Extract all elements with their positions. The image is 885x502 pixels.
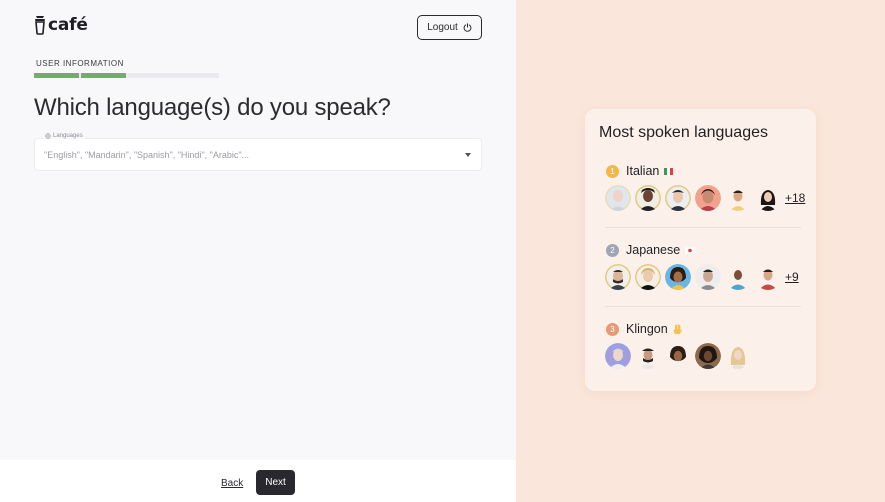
cup-icon bbox=[35, 16, 45, 35]
language-name: Klingon bbox=[626, 322, 668, 336]
language-name: Italian bbox=[626, 164, 660, 178]
divider bbox=[605, 306, 801, 307]
avatar bbox=[725, 264, 751, 290]
avatar-group-italian: +18 bbox=[605, 185, 805, 211]
avatar bbox=[605, 264, 631, 290]
progress-segment bbox=[34, 73, 79, 78]
cafe-logo[interactable]: café bbox=[34, 14, 88, 36]
avatar bbox=[605, 185, 631, 211]
language-row-japanese: 2 Japanese bbox=[606, 243, 696, 257]
logo-text: café bbox=[48, 15, 88, 35]
form-panel: café Logout USER INFORMATION Which langu… bbox=[0, 0, 516, 502]
power-icon bbox=[463, 23, 472, 32]
language-row-klingon: 3 Klingon bbox=[606, 322, 683, 336]
avatar bbox=[725, 185, 751, 211]
next-button[interactable]: Next bbox=[256, 470, 295, 495]
japan-flag-icon bbox=[685, 246, 696, 254]
logout-label: Logout bbox=[427, 22, 458, 33]
rank-badge: 1 bbox=[606, 164, 619, 178]
languages-card: Most spoken languages 1 Italian +18 2 Ja… bbox=[585, 109, 816, 391]
avatar bbox=[605, 343, 631, 369]
avatar bbox=[635, 264, 661, 290]
avatar bbox=[695, 343, 721, 369]
card-title: Most spoken languages bbox=[599, 124, 768, 141]
language-name: Japanese bbox=[626, 243, 681, 257]
section-label: USER INFORMATION bbox=[36, 59, 124, 68]
languages-select[interactable]: Languages "English", "Mandarin", "Spanis… bbox=[34, 133, 482, 171]
vulcan-hand-icon bbox=[673, 324, 683, 335]
divider bbox=[605, 227, 801, 228]
avatar bbox=[725, 343, 751, 369]
avatar-group-japanese: +9 bbox=[605, 264, 799, 290]
avatar-group-klingon bbox=[605, 343, 755, 369]
avatar bbox=[755, 264, 781, 290]
avatar bbox=[665, 185, 691, 211]
avatar bbox=[755, 185, 781, 211]
languages-placeholder: "English", "Mandarin", "Spanish", "Hindi… bbox=[44, 150, 250, 160]
avatar bbox=[635, 185, 661, 211]
avatar bbox=[695, 264, 721, 290]
page-title: Which language(s) do you speak? bbox=[34, 94, 391, 121]
languages-label-text: Languages bbox=[53, 133, 83, 139]
avatar bbox=[695, 185, 721, 211]
more-count[interactable]: +9 bbox=[785, 270, 799, 284]
more-count[interactable]: +18 bbox=[785, 191, 805, 205]
italy-flag-icon bbox=[664, 167, 674, 175]
globe-icon bbox=[45, 133, 51, 139]
progress-segment bbox=[81, 73, 126, 78]
avatar bbox=[665, 343, 691, 369]
avatar bbox=[635, 343, 661, 369]
avatar bbox=[665, 264, 691, 290]
rank-badge: 3 bbox=[606, 322, 619, 336]
languages-label: Languages bbox=[43, 133, 85, 139]
progress-bar bbox=[34, 73, 219, 78]
chevron-down-icon[interactable] bbox=[465, 153, 471, 157]
language-row-italian: 1 Italian bbox=[606, 164, 674, 178]
logout-button[interactable]: Logout bbox=[417, 15, 482, 40]
back-button[interactable]: Back bbox=[221, 478, 243, 489]
rank-badge: 2 bbox=[606, 243, 619, 257]
